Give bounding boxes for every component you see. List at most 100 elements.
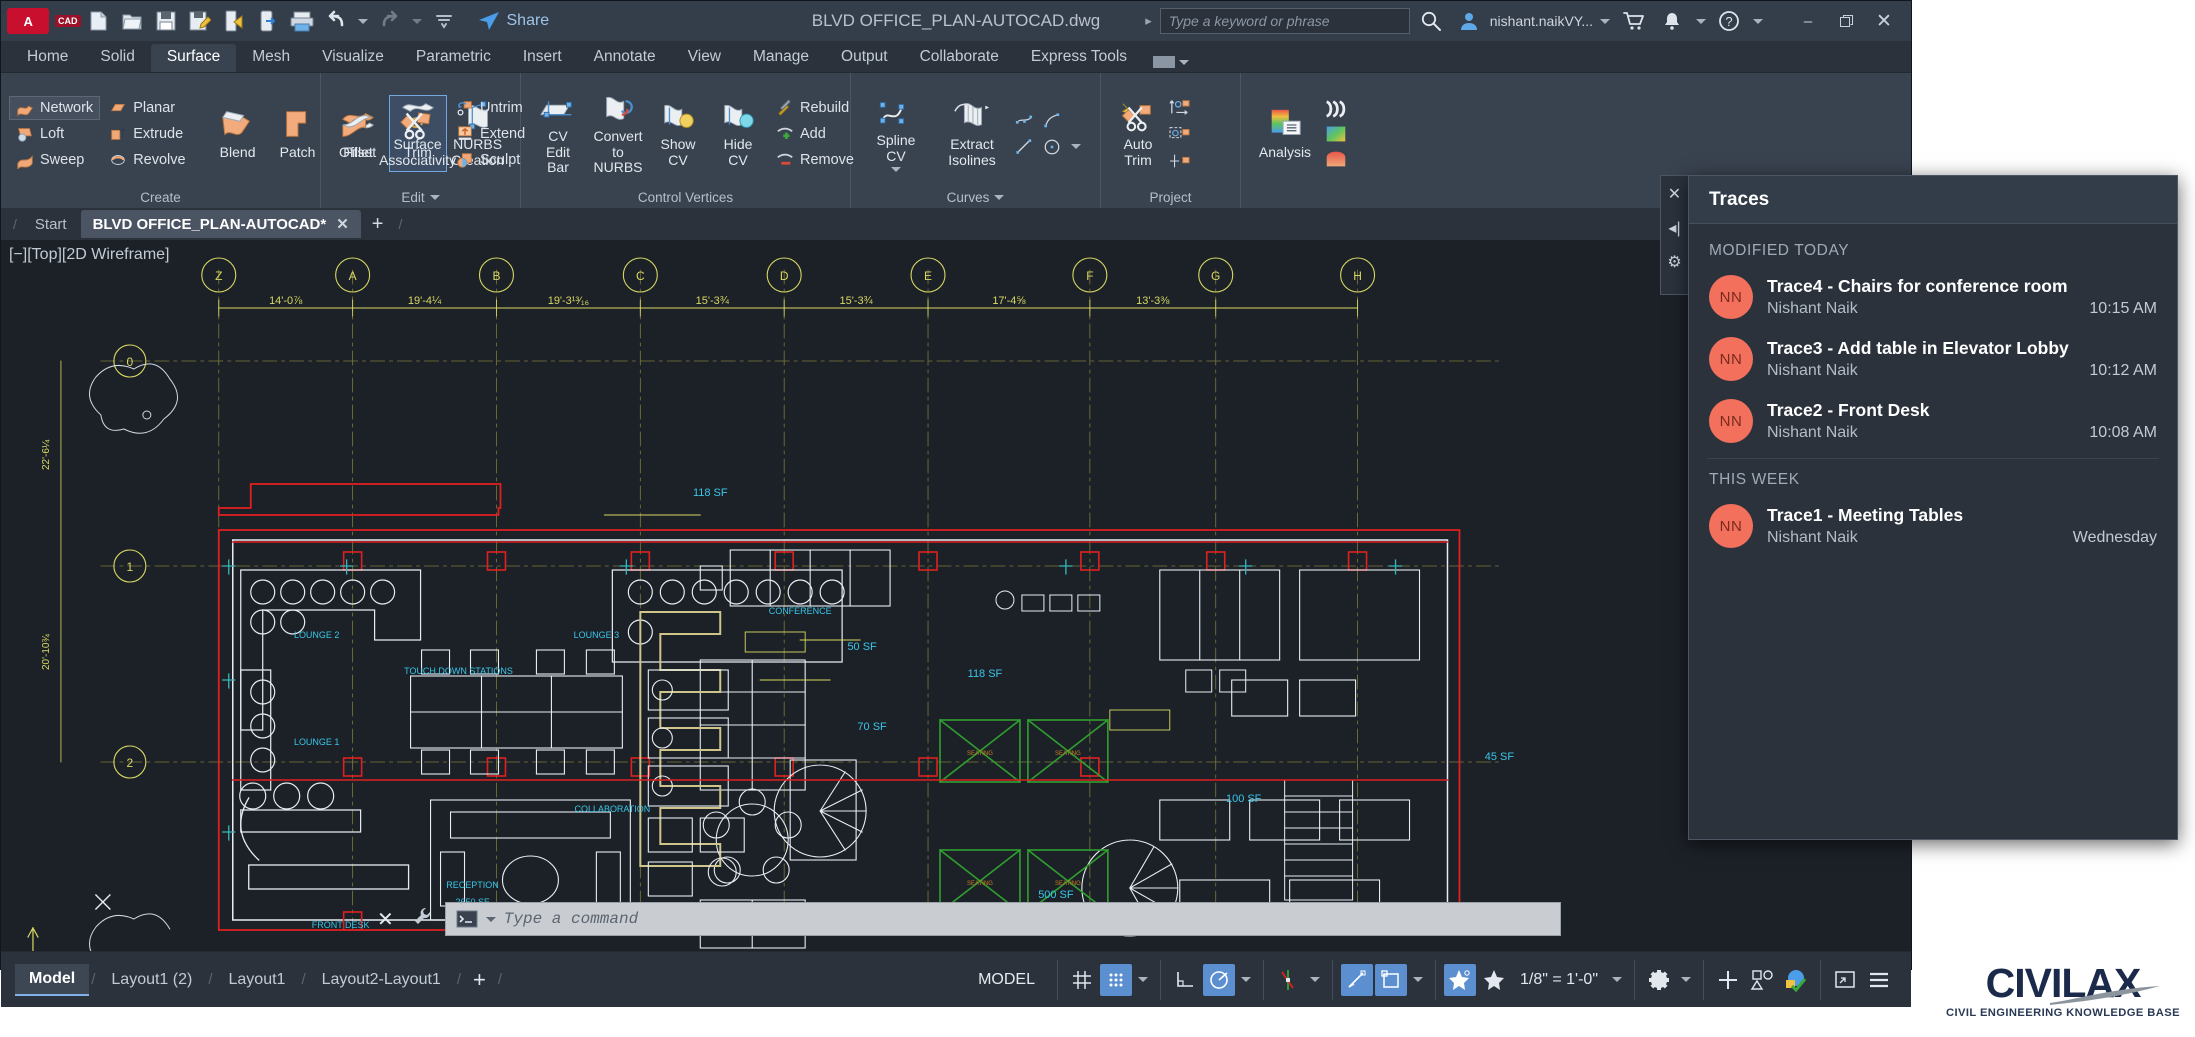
clean-screen-icon[interactable] [1829, 964, 1861, 996]
ribbon-tab-mesh[interactable]: Mesh [236, 44, 306, 72]
curvature-analysis-icon[interactable] [1323, 124, 1349, 144]
wrench-icon[interactable] [408, 906, 437, 933]
ribbon-overflow-icon[interactable] [1153, 56, 1190, 72]
trace-list-item[interactable]: NN Trace3 - Add table in Elevator Lobby … [1689, 328, 2177, 390]
share-button[interactable]: Share [469, 10, 558, 32]
surface-trim-button[interactable]: Trim [389, 103, 447, 165]
ribbon-tab-surface[interactable]: Surface [150, 44, 237, 72]
minimize-button[interactable]: – [1791, 2, 1825, 40]
ribbon-tab-insert[interactable]: Insert [507, 44, 578, 72]
spline-cv-dropdown-icon[interactable] [891, 167, 901, 173]
layout-tab-layout2-layout1[interactable]: Layout2-Layout1 [308, 965, 455, 995]
annotation-scale-icon[interactable] [1478, 964, 1510, 996]
scale-dropdown-icon[interactable] [1608, 964, 1626, 996]
surface-fillet-button[interactable]: Fillet [329, 103, 387, 165]
ribbon-tab-collaborate[interactable]: Collaborate [904, 44, 1015, 72]
customize-qat-icon[interactable] [430, 8, 458, 34]
redo-icon[interactable] [376, 8, 404, 34]
avatar[interactable] [1452, 2, 1486, 40]
surface-loft-button[interactable]: Loft [9, 122, 100, 146]
ribbon-tab-annotate[interactable]: Annotate [578, 44, 672, 72]
convert-to-nurbs-button[interactable]: Convert to NURBS [589, 87, 647, 180]
viewport-style-toggle[interactable]: [2D Wireframe] [62, 246, 170, 263]
doc-tab-blvd-office-plan[interactable]: BLVD OFFICE_PLAN-AUTOCAD* ✕ [80, 210, 361, 238]
close-icon[interactable]: ✕ [1668, 184, 1681, 204]
new-tab-button[interactable]: + [363, 213, 393, 236]
polar-dropdown-icon[interactable] [1237, 964, 1255, 996]
annotation-scale-value[interactable]: 1/8" = 1'-0" [1512, 971, 1606, 989]
redo-dropdown-icon[interactable] [410, 8, 424, 34]
collapse-icon[interactable]: ◂| [1668, 218, 1680, 238]
new-file-icon[interactable] [84, 8, 112, 34]
snap-mode-icon[interactable] [1099, 963, 1132, 996]
undo-dropdown-icon[interactable] [356, 8, 370, 34]
notifications-icon[interactable] [1655, 2, 1689, 40]
cloud-sync-icon[interactable] [254, 8, 282, 34]
command-input[interactable]: Type a command [444, 902, 1561, 936]
ribbon-tab-manage[interactable]: Manage [737, 44, 825, 72]
layout-tab-layout1-2[interactable]: Layout1 (2) [97, 965, 206, 995]
autocad-logo-icon[interactable]: A [7, 8, 49, 34]
help-icon[interactable]: ? [1712, 2, 1746, 40]
surface-untrim-button[interactable]: Untrim [449, 96, 532, 120]
object-snap-icon[interactable] [1340, 963, 1373, 996]
drawing-canvas[interactable]: [−][Top][2D Wireframe] Z A B C D E F G H… [1, 240, 1911, 951]
cv-rebuild-button[interactable]: Rebuild [769, 96, 861, 120]
arc-icon[interactable] [1043, 138, 1061, 156]
snap-dropdown-icon[interactable] [1134, 964, 1152, 996]
chevron-down-icon[interactable] [994, 195, 1005, 200]
close-icon[interactable]: ✕ [336, 215, 349, 233]
hardware-acceleration-icon[interactable] [1780, 964, 1812, 996]
cv-add-button[interactable]: Add [769, 122, 861, 146]
surface-revolve-button[interactable]: Revolve [102, 148, 192, 172]
osnap-tracking-dropdown-icon[interactable] [1306, 964, 1324, 996]
surface-blend-button[interactable]: Blend [209, 103, 267, 165]
settings-icon[interactable]: ⚙ [1667, 252, 1681, 272]
panel-title-edit[interactable]: Edit [325, 190, 516, 208]
show-cv-button[interactable]: Show CV [649, 95, 707, 172]
zebra-analysis-icon[interactable] [1323, 99, 1349, 119]
export-icon[interactable] [220, 8, 248, 34]
annotation-visibility-icon[interactable] [1374, 963, 1407, 996]
curves-more-icon[interactable] [1071, 144, 1081, 149]
search-input[interactable]: Type a keyword or phrase [1159, 8, 1410, 34]
surface-extrude-button[interactable]: Extrude [102, 122, 192, 146]
command-history-icon[interactable] [485, 916, 496, 922]
spline-cv-button[interactable]: Spline CV [859, 91, 933, 176]
surface-extend-button[interactable]: Extend [449, 122, 532, 146]
extract-isolines-button[interactable]: Extract Isolines [935, 95, 1009, 172]
customization-menu-icon[interactable] [1863, 964, 1895, 996]
project-to-2-points-icon[interactable] [1169, 151, 1191, 171]
help-dropdown-icon[interactable] [1750, 2, 1765, 40]
auto-trim-button[interactable]: Auto Trim [1109, 95, 1167, 172]
workspace-dropdown-icon[interactable] [1677, 964, 1695, 996]
ribbon-tab-view[interactable]: View [672, 44, 737, 72]
analysis-options-button[interactable]: Analysis [1249, 103, 1321, 165]
save-icon[interactable] [152, 8, 180, 34]
ribbon-tab-visualize[interactable]: Visualize [306, 44, 400, 72]
isolate-objects-icon[interactable] [1746, 964, 1778, 996]
close-button[interactable]: ✕ [1867, 2, 1901, 40]
curve-tangent-icon[interactable] [1043, 112, 1061, 130]
autoscale-icon[interactable] [1443, 963, 1476, 996]
surface-planar-button[interactable]: Planar [102, 96, 192, 120]
command-line-close-icon[interactable]: ✕ [371, 907, 400, 932]
add-layout-button[interactable]: + [463, 967, 496, 993]
project-to-view-icon[interactable] [1169, 124, 1191, 144]
project-to-ucs-icon[interactable] [1169, 97, 1191, 117]
ribbon-tab-solid[interactable]: Solid [84, 44, 150, 72]
ribbon-tab-home[interactable]: Home [11, 44, 84, 72]
grid-display-icon[interactable] [1066, 964, 1098, 996]
cv-remove-button[interactable]: Remove [769, 148, 861, 172]
notifications-dropdown-icon[interactable] [1693, 2, 1708, 40]
user-name[interactable]: nishant.naikVY... [1490, 13, 1593, 29]
doc-tab-start[interactable]: Start [23, 211, 79, 238]
plot-icon[interactable] [288, 8, 316, 34]
cross-section-icon[interactable] [1015, 112, 1033, 130]
save-as-icon[interactable] [186, 8, 214, 34]
ribbon-tab-parametric[interactable]: Parametric [400, 44, 507, 72]
customization-plus-icon[interactable] [1712, 964, 1744, 996]
polar-tracking-icon[interactable] [1202, 963, 1235, 996]
hide-cv-button[interactable]: Hide CV [709, 95, 767, 172]
ortho-mode-icon[interactable] [1169, 964, 1201, 996]
